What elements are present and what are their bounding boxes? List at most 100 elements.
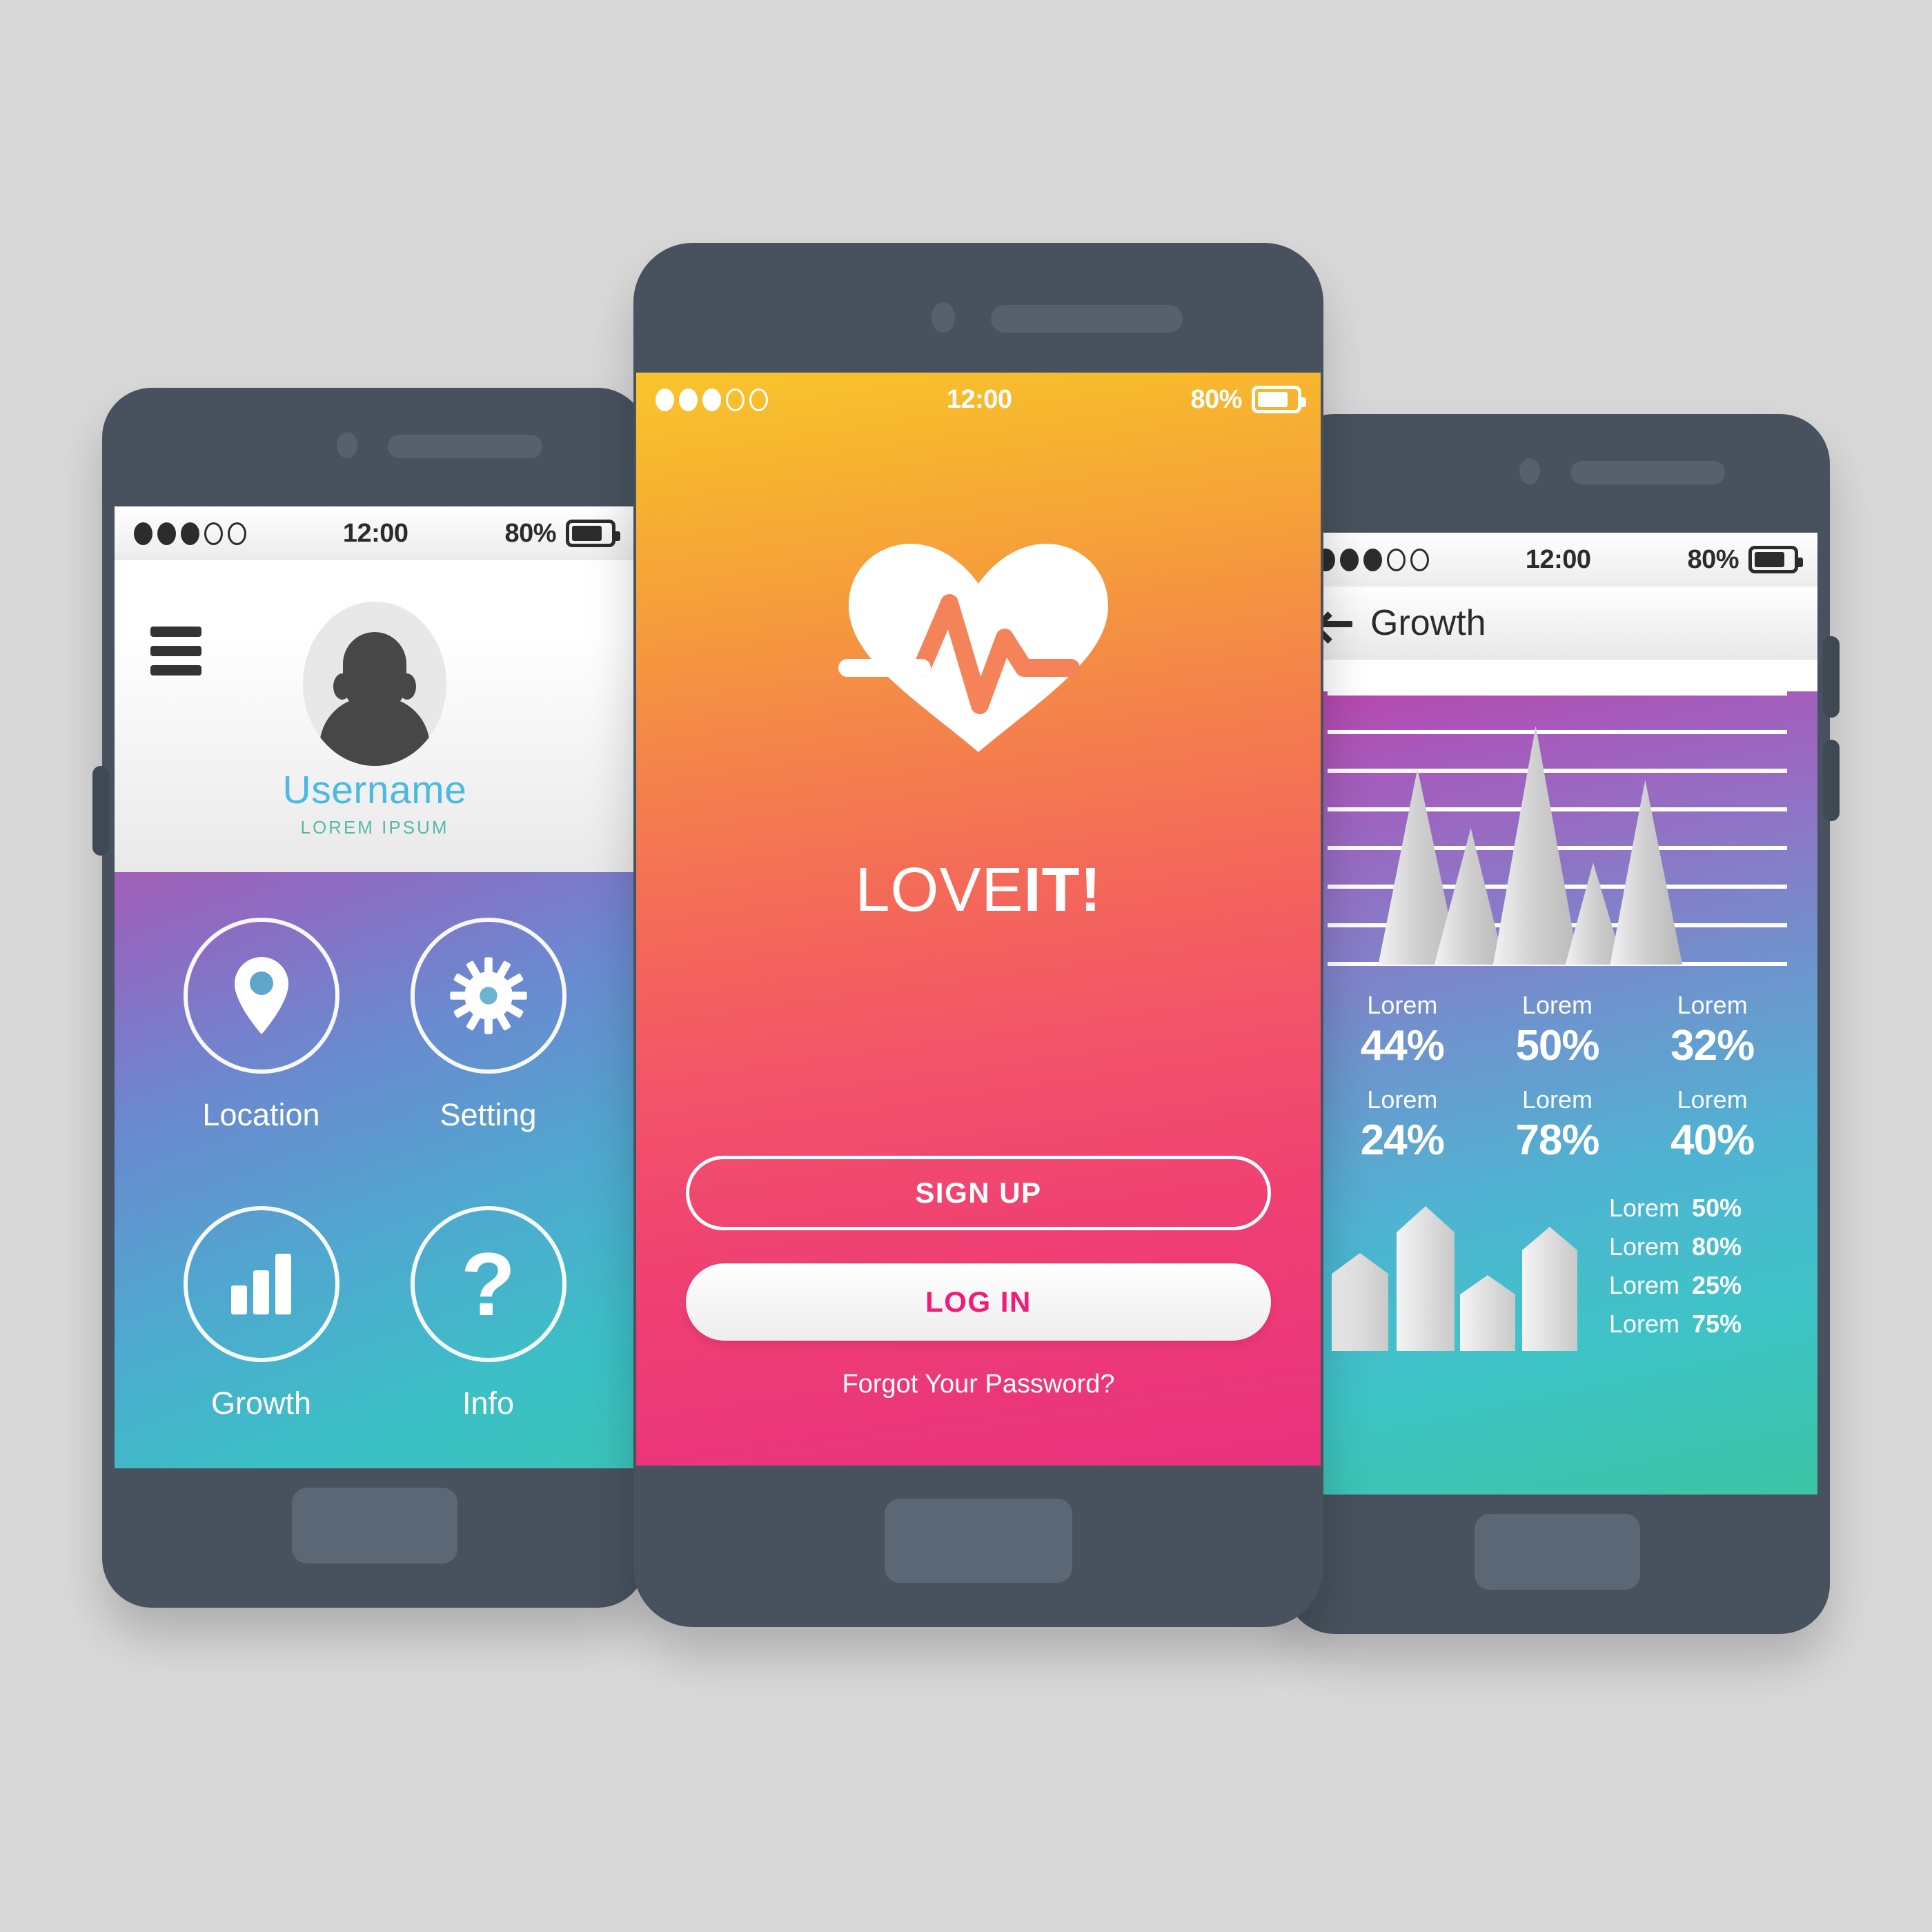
legend-label: Lorem: [1609, 1271, 1680, 1299]
legend-value: 25%: [1692, 1271, 1742, 1299]
volume-up-button[interactable]: [1823, 636, 1840, 718]
status-clock: 12:00: [1525, 544, 1591, 574]
signal-strength-icon: [1317, 548, 1429, 571]
stat-cell: Lorem 24%: [1325, 1085, 1480, 1165]
hamburger-menu-icon[interactable]: [150, 627, 201, 684]
home-button-right[interactable]: [1475, 1514, 1640, 1590]
brand-part-thin: LOVE: [855, 856, 1024, 925]
side-power-button[interactable]: [92, 766, 109, 856]
stat-cell: Lorem 44%: [1325, 991, 1480, 1070]
screen-left: 12:00 80% Username LOREM IPSUM Location …: [115, 506, 635, 1468]
login-screen: 12:00 80% LOVEIT! SIGN UP LOG IN Forgot …: [636, 373, 1321, 1466]
legend-label: Lorem: [1609, 1232, 1680, 1261]
profile-subtitle: LOREM IPSUM: [300, 817, 449, 838]
log-in-button[interactable]: LOG IN: [686, 1263, 1271, 1341]
statusbar-left: 12:00 80%: [115, 506, 635, 560]
gear-icon: [449, 957, 527, 1034]
battery-icon: [566, 520, 620, 547]
stat-value: 40%: [1670, 1116, 1755, 1164]
setting-tile-circle: [410, 918, 566, 1074]
bar-chart-icon: [231, 1254, 291, 1314]
heart-pulse-icon: [838, 544, 1108, 752]
front-camera-icon: [337, 432, 357, 458]
stat-cell: Lorem 50%: [1480, 991, 1635, 1070]
signal-strength-icon: [134, 522, 246, 545]
statusbar-center: 12:00 80%: [636, 373, 1321, 426]
legend-value: 50%: [1692, 1194, 1742, 1222]
status-clock: 12:00: [946, 384, 1012, 414]
menu-tile-label: Setting: [440, 1097, 537, 1132]
legend-item: Lorem 50%: [1609, 1194, 1787, 1223]
menu-tile-growth[interactable]: Growth: [148, 1206, 375, 1468]
page-title: Growth: [1370, 603, 1486, 643]
column-chart-section: Lorem 50% Lorem 80% Lorem 25% Lorem 75%: [1297, 1165, 1817, 1351]
location-pin-icon: [234, 957, 288, 1034]
growth-dashboard: Lorem 44% Lorem 50% Lorem 32% Lorem 24% …: [1297, 691, 1817, 1495]
profile-header: Username LOREM IPSUM: [115, 560, 635, 872]
app-logo: [834, 534, 1123, 765]
menu-tile-label: Growth: [210, 1386, 312, 1421]
stat-cell: Lorem 40%: [1635, 1085, 1790, 1165]
front-camera-icon: [931, 302, 955, 333]
brand-part-bold: IT!: [1023, 856, 1102, 925]
stat-value: 44%: [1360, 1022, 1445, 1070]
column-chart: [1332, 1206, 1577, 1351]
legend-value: 75%: [1692, 1310, 1742, 1338]
earpiece-speaker: [991, 305, 1183, 333]
menu-grid: Location Setting Growth ? Info: [115, 872, 635, 1468]
stat-label: Lorem: [1367, 1085, 1438, 1114]
menu-tile-location[interactable]: Location: [148, 918, 375, 1206]
statusbar-right: 12:00 80%: [1297, 533, 1817, 586]
battery-indicator: 80%: [504, 519, 620, 549]
menu-tile-label: Info: [462, 1386, 515, 1421]
stat-cell: Lorem 32%: [1635, 991, 1790, 1070]
percentage-stats-grid: Lorem 44% Lorem 50% Lorem 32% Lorem 24% …: [1297, 967, 1817, 1165]
screen-center: 12:00 80% LOVEIT! SIGN UP LOG IN Forgot …: [636, 373, 1321, 1466]
column-chart-legend: Lorem 50% Lorem 80% Lorem 25% Lorem 75%: [1609, 1194, 1787, 1351]
menu-tile-setting[interactable]: Setting: [375, 918, 602, 1206]
avatar: [303, 602, 446, 766]
battery-icon: [1748, 546, 1803, 573]
battery-indicator: 80%: [1687, 545, 1803, 575]
earpiece-speaker: [388, 435, 542, 458]
phone-device-center: 12:00 80% LOVEIT! SIGN UP LOG IN Forgot …: [633, 243, 1323, 1627]
location-tile-circle: [183, 918, 339, 1074]
phone-device-left: 12:00 80% Username LOREM IPSUM Location …: [92, 388, 647, 1608]
growth-tile-circle: [183, 1206, 339, 1362]
info-tile-circle: ?: [410, 1206, 566, 1362]
home-button-center[interactable]: [885, 1499, 1072, 1583]
legend-label: Lorem: [1609, 1194, 1680, 1222]
forgot-password-link[interactable]: Forgot Your Password?: [686, 1370, 1271, 1399]
stat-value: 32%: [1670, 1022, 1755, 1070]
mountain-peaks-shapes: [1378, 726, 1683, 965]
profile-username: Username: [282, 768, 467, 812]
legend-item: Lorem 80%: [1609, 1232, 1787, 1261]
menu-tile-label: Location: [202, 1097, 320, 1132]
battery-indicator: 80%: [1190, 385, 1306, 415]
stat-label: Lorem: [1367, 991, 1438, 1019]
status-clock: 12:00: [342, 518, 408, 548]
stat-label: Lorem: [1521, 991, 1593, 1019]
front-camera-icon: [1519, 458, 1540, 484]
menu-tile-info[interactable]: ? Info: [375, 1206, 602, 1468]
home-button-left[interactable]: [292, 1488, 457, 1564]
screen-right: 12:00 80% Growth Lorem 44% Lorem 50% Lor…: [1297, 533, 1817, 1495]
stat-cell: Lorem 78%: [1480, 1085, 1635, 1165]
phone-device-right: 12:00 80% Growth Lorem 44% Lorem 50% Lor…: [1285, 414, 1840, 1634]
stat-label: Lorem: [1677, 991, 1748, 1019]
brand-wordmark: LOVEIT!: [855, 855, 1101, 926]
stat-value: 24%: [1360, 1116, 1445, 1164]
navigation-bar: Growth: [1297, 586, 1817, 660]
stat-label: Lorem: [1521, 1085, 1593, 1114]
stat-value: 78%: [1515, 1116, 1599, 1164]
mountain-peaks-chart: [1328, 691, 1787, 967]
battery-icon: [1252, 386, 1306, 413]
volume-down-button[interactable]: [1823, 740, 1840, 821]
legend-item: Lorem 75%: [1609, 1310, 1787, 1339]
legend-label: Lorem: [1609, 1310, 1680, 1338]
auth-actions: SIGN UP LOG IN Forgot Your Password?: [636, 1156, 1321, 1399]
question-mark-icon: ?: [460, 1234, 516, 1334]
signal-strength-icon: [656, 388, 768, 411]
sign-up-button[interactable]: SIGN UP: [686, 1156, 1271, 1230]
stat-label: Lorem: [1677, 1085, 1748, 1114]
